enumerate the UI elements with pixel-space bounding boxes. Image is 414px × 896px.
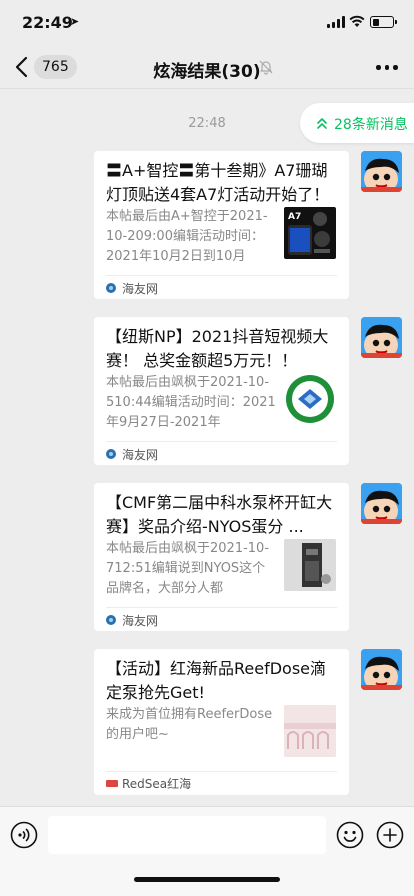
source-logo-icon [106,449,116,459]
card-source: 海友网 [106,280,158,296]
location-arrow-icon: ➤ [70,15,80,28]
card-divider [106,607,337,608]
card-title: 【纽斯NP】2021抖音短视频大赛！ 总奖金额超5万元！！ [106,327,329,370]
card-divider [106,771,337,772]
battery-level [372,18,379,26]
card-source: 海友网 [106,612,158,628]
thumbnail-label: A7 [288,212,301,222]
card-source: 海友网 [106,446,158,462]
message-input[interactable] [48,816,326,854]
link-card[interactable]: 〓A+智控〓第十叁期》A7珊瑚灯顶贴送4套A7灯活动开始了！ 本帖最后由A+智控… [94,151,349,299]
card-thumbnail: A7 [284,207,336,259]
voice-icon[interactable] [10,821,38,849]
status-time: 22:49 [22,13,73,32]
link-card[interactable]: 【纽斯NP】2021抖音短视频大赛！ 总奖金额超5万元！！ 本帖最后由飒枫于20… [94,317,349,465]
avatar[interactable] [361,483,402,524]
home-indicator[interactable] [134,877,280,882]
card-thumbnail [284,373,336,425]
card-source-name: 海友网 [122,281,159,296]
more-options-icon[interactable] [376,65,398,71]
source-logo-icon [106,283,116,293]
bell-off-icon [259,60,273,75]
card-thumbnail [284,539,336,591]
chat-header: 765 炫海结果(30) [0,48,414,88]
cellular-signal-icon [327,16,345,28]
card-source-name: 海友网 [122,613,159,628]
card-title: 【活动】红海新品ReefDose滴定泵抢先Get! [106,659,327,702]
card-description: 本帖最后由飒枫于2021-10-712:51编辑说到NYOS这个品牌名，大部分人… [106,541,270,596]
plus-icon[interactable] [376,821,404,849]
link-card[interactable]: 【活动】红海新品ReefDose滴定泵抢先Get! 来成为首位拥有ReeferD… [94,649,349,795]
new-messages-label: 28条新消息 [334,117,408,133]
battery-icon [370,16,397,28]
card-divider [106,441,337,442]
card-description: 来成为首位拥有ReeferDose的用户吧~ [106,707,273,742]
avatar[interactable] [361,151,402,192]
card-source-name: 海友网 [122,447,159,462]
avatar[interactable] [361,317,402,358]
source-logo-icon [106,615,116,625]
card-source: RedSea红海 [106,775,191,791]
emoji-icon[interactable] [336,821,364,849]
header-divider [0,88,414,89]
card-divider [106,275,337,276]
double-chevron-up-icon [317,118,327,129]
card-description: 本帖最后由A+智控于2021-10-209:00编辑活动时间：2021年10月2… [106,209,268,264]
card-thumbnail [284,705,336,757]
link-card[interactable]: 【CMF第二届中科水泵杯开缸大赛】奖品介绍-NYOS蛋分 ... 本帖最后由飒枫… [94,483,349,631]
source-logo-icon [106,779,118,787]
avatar[interactable] [361,649,402,690]
card-title: 〓A+智控〓第十叁期》A7珊瑚灯顶贴送4套A7灯活动开始了！ [106,161,330,204]
new-messages-button[interactable]: 28条新消息 [300,103,414,143]
wifi-icon [349,15,365,27]
input-bar [0,806,414,896]
card-source-name: RedSea红海 [122,776,192,791]
chat-title: 炫海结果(30) [153,62,261,82]
status-bar: 22:49 ➤ [0,0,414,48]
card-title: 【CMF第二届中科水泵杯开缸大赛】奖品介绍-NYOS蛋分 ... [106,493,333,536]
card-description: 本帖最后由飒枫于2021-10-510:44编辑活动时间：2021年9月27日-… [106,375,276,430]
